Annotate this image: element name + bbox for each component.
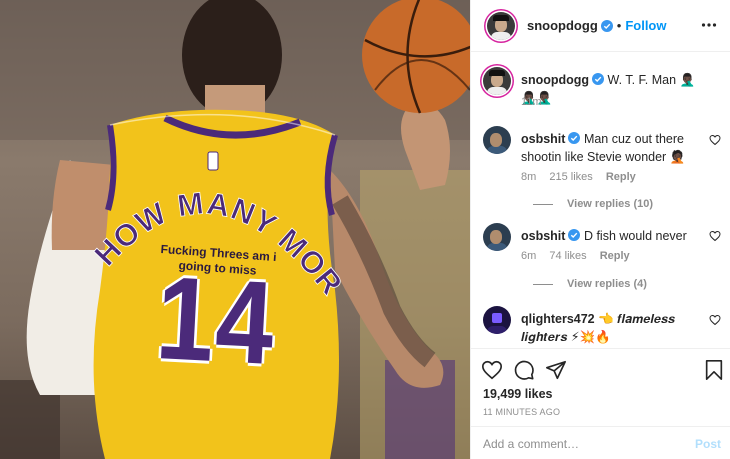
caption-time: 11m — [521, 96, 542, 108]
comment-like-icon[interactable] — [709, 230, 721, 242]
replies-line — [533, 203, 553, 205]
comment-text: osbshit D fish would never — [521, 227, 707, 245]
avatar-body — [487, 87, 507, 95]
comment-username[interactable]: osbshit — [521, 132, 565, 146]
caption-meta: 11m — [521, 96, 552, 108]
avatar-body — [491, 31, 511, 40]
jersey-number: 14 — [153, 251, 279, 391]
post-comment-button[interactable]: Post — [695, 437, 721, 451]
commenter-avatar[interactable] — [483, 126, 511, 154]
header-separator: • — [616, 18, 622, 33]
author-avatar[interactable] — [487, 11, 515, 40]
verified-badge-icon — [592, 73, 605, 85]
avatar-face — [490, 133, 502, 147]
view-replies-button[interactable]: View replies (10) — [533, 198, 653, 210]
jersey-arc-text: HOW MANY MORE — [0, 0, 349, 302]
comment-text: osbshit Man cuz out there shootin like S… — [521, 130, 707, 166]
avatar-body — [487, 146, 507, 154]
heart-icon[interactable] — [481, 359, 503, 381]
post-actions: 19,499 likes 11 MINUTES AGO Post — [471, 348, 730, 459]
follow-button[interactable]: Follow — [625, 18, 666, 33]
author-username[interactable]: snoopdogg — [527, 18, 598, 33]
comment-like-icon[interactable] — [709, 314, 721, 326]
comment-body: D fish would never — [583, 229, 687, 243]
share-icon[interactable] — [545, 359, 567, 381]
verified-badge-icon — [568, 132, 581, 144]
comment-meta: 6m 74 likes Reply — [521, 250, 640, 262]
post-side-panel: snoopdogg • Follow snoopdogg W. T. F. Ma… — [470, 0, 730, 459]
comment-username[interactable]: qlighters472 — [521, 312, 595, 326]
view-replies-label: View replies (10) — [567, 198, 654, 210]
comment-icon[interactable] — [513, 359, 535, 381]
caption-avatar[interactable] — [483, 67, 511, 95]
view-replies-button[interactable]: View replies (4) — [533, 278, 647, 290]
avatar-hat — [489, 70, 505, 76]
reply-button[interactable]: Reply — [600, 250, 630, 262]
comments-list: snoopdogg W. T. F. Man 🤦🏿‍♂️🤦🏿‍♂️🤦🏿‍♂️ 1… — [471, 53, 730, 348]
comment-text: qlighters472 👈 𝒇𝒍𝒂𝒎𝒆𝒍𝒆𝒔𝒔 𝒍𝒊𝒈𝒉𝒕𝒆𝒓𝒔 ⚡💥🔥 — [521, 310, 707, 346]
avatar-face — [492, 313, 502, 323]
replies-line — [533, 283, 553, 285]
avatar-hat — [493, 14, 509, 21]
add-comment-bar: Post — [471, 426, 730, 459]
avatar-body — [487, 326, 507, 334]
caption-username[interactable]: snoopdogg — [521, 73, 589, 87]
post-header: snoopdogg • Follow — [471, 0, 730, 52]
comment-username[interactable]: osbshit — [521, 229, 565, 243]
post-photo: HOW MANY MORE Fucking Threes am i going … — [0, 0, 470, 459]
comment-time: 8m — [521, 171, 537, 183]
commenter-avatar[interactable] — [483, 223, 511, 251]
comment-meta: 8m 215 likes Reply — [521, 171, 646, 183]
comment-like-icon[interactable] — [709, 134, 721, 146]
like-count[interactable]: 19,499 likes — [483, 387, 553, 401]
post-timestamp: 11 MINUTES AGO — [483, 407, 561, 417]
avatar-body — [487, 243, 507, 251]
verified-badge-icon — [568, 229, 581, 241]
verified-badge-icon — [600, 19, 613, 32]
commenter-avatar[interactable] — [483, 306, 511, 334]
comment-time: 6m — [521, 250, 537, 262]
comment-input[interactable] — [483, 435, 673, 453]
avatar-face — [490, 230, 502, 244]
view-replies-label: View replies (4) — [567, 278, 647, 290]
comment-likes[interactable]: 74 likes — [549, 250, 586, 262]
comment-likes[interactable]: 215 likes — [549, 171, 592, 183]
reply-button[interactable]: Reply — [606, 171, 636, 183]
bookmark-icon[interactable] — [703, 359, 725, 381]
more-options-icon[interactable] — [701, 17, 717, 33]
